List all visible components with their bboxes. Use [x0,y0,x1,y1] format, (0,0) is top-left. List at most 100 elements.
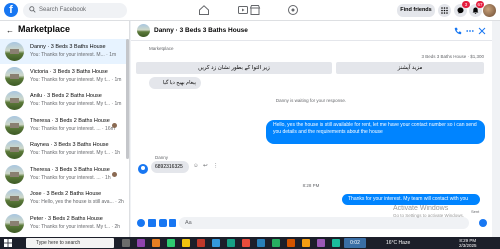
more-actions-icon[interactable]: ⋮ [213,163,219,169]
app-icon-3[interactable] [167,239,175,247]
edge-icon[interactable] [227,239,235,247]
app-icon-8[interactable] [272,239,280,247]
reply-icon[interactable]: ↩ [203,163,208,169]
watermark-title: Activate Windows [393,205,449,212]
react-emoji-icon[interactable]: ☺ [193,163,199,169]
app-icon-1[interactable] [137,239,145,247]
task-view-icon[interactable] [122,239,130,247]
snippet-text: You: Thanks for your interest. ... [30,125,101,132]
conversation-name: Danny · 3 Beds 3 Baths House [30,44,106,50]
snippet-time: 1m [114,76,122,83]
listing-thumbnail[interactable] [137,24,150,37]
sent-message-final[interactable]: Thanks for your interest. My team will c… [342,194,480,205]
listing-thumbnail [5,115,24,135]
listing-thumbnail [5,91,24,110]
taskbar-search-placeholder: Type here to search [36,240,81,246]
marketplace-label: Marketplace [149,46,174,51]
chat-title[interactable]: Danny · 3 Beds 3 Baths House [154,27,248,34]
home-icon[interactable] [198,4,210,16]
find-friends-button[interactable]: Find friends [397,4,435,17]
app-icon-7[interactable] [257,239,265,247]
marketplace-inbox-panel: ← Marketplace Danny · 3 Beds 3 Baths Hou… [0,21,130,237]
conversation-name: Victoria · 3 Beds 3 Baths House [30,68,108,75]
snippet-text: You: Thanks for your interest. M... [30,52,105,58]
conversation-item[interactable]: Victoria · 3 Beds 3 Baths House You: Than… [0,64,129,89]
file-explorer-icon[interactable] [182,239,190,247]
windows-start-icon[interactable] [4,239,12,247]
chat-scrollbar[interactable] [486,44,489,224]
received-message-urdu[interactable]: پیغام بھیج دیا گیا [149,77,201,89]
menu-grid-icon[interactable] [438,4,451,17]
snippet-time: 1m [114,101,122,107]
sent-message-reply[interactable]: Hello, yes the house is still available … [266,120,485,144]
video-icon[interactable] [237,4,249,16]
conversation-item[interactable]: Danny · 3 Beds 3 Baths House You: Thanks … [0,39,129,64]
conversation-snippet: You: Thanks for your interest. My t... ·… [30,101,122,107]
close-icon[interactable] [478,27,486,35]
time-divider: 8:28 PM [302,183,320,188]
snippet-time: 2h [114,223,121,230]
more-options-icon[interactable] [466,27,474,35]
listing-thumbnail [5,140,24,159]
app-icon-10[interactable] [317,239,325,247]
weather-widget[interactable]: 16°C Haze [386,240,410,246]
top-navigation-bar: f Search Facebook Find friends 3 67 [0,0,500,21]
listing-thumbnail [5,66,24,86]
snippet-text: You: Thanks for your interest. My t... [30,150,111,156]
conversation-name: Theresa · 3 Beds 2 Baths House [30,117,110,124]
received-phone-message[interactable]: 6892316325 [151,161,189,173]
app-icon-4[interactable] [197,239,205,247]
gif-icon[interactable] [169,219,176,227]
more-options-button[interactable]: مزید آپشنز [336,62,484,74]
app-icon-11[interactable] [332,239,340,247]
listing-thumbnail [5,213,24,233]
active-app-timer[interactable]: 0:02 [344,238,366,248]
gaming-icon[interactable] [287,4,299,16]
app-icon-2[interactable] [152,239,160,247]
conversation-name: Raynea · 3 Beds 3 Baths House [30,142,109,148]
plus-icon[interactable] [137,219,145,227]
conversation-item[interactable]: Raynea · 3 Beds 3 Baths House You: Thanks… [0,137,129,162]
sender-avatar[interactable] [138,164,148,174]
app-icon-9[interactable] [287,239,295,247]
search-box[interactable]: Search Facebook [23,3,127,18]
marketplace-icon[interactable] [249,4,261,16]
snippet-time: 1h [114,150,121,156]
conversation-item[interactable]: Jose · 3 Beds 2 Baths House You: Hello, y… [0,186,129,211]
like-thumb-icon[interactable] [479,219,487,227]
conversation-name: Anilu · 3 Beds 2 Baths House [30,93,102,99]
conversation-snippet: You: Thanks for your interest. My t... ·… [30,76,122,83]
listing-thumbnail [5,189,24,208]
conversation-item[interactable]: Peter · 3 Beds 2 Baths House You: Thanks … [0,211,129,236]
seen-avatar [112,171,117,177]
mark-pending-button[interactable]: زیر التوا کے بطور نشان زد کریں [136,62,332,74]
conversation-item[interactable]: Theresa · 3 Beds 3 Baths House You: Thank… [0,162,129,187]
listing-thumbnail [5,164,24,184]
back-arrow-icon[interactable]: ← [6,26,14,35]
facebook-logo[interactable]: f [4,3,18,17]
image-icon[interactable] [148,219,156,227]
listing-info[interactable]: 3 Beds 3 Baths House · $1,300 [421,54,484,59]
app-icon-5[interactable] [212,239,220,247]
message-input[interactable]: Aa [179,217,469,229]
search-icon [29,6,36,13]
taskbar-search[interactable]: Type here to search [26,238,114,248]
conversation-snippet: You: Hello, yes the house is still ava..… [30,199,124,205]
profile-avatar[interactable] [483,4,496,17]
app-icon-6[interactable] [242,239,250,247]
conversation-item[interactable]: Anilu · 3 Beds 2 Baths House You: Thanks … [0,88,129,113]
chrome-icon[interactable] [302,239,310,247]
snippet-text: You: Hello, yes the house is still ava..… [30,199,114,205]
inbox-header: ← Marketplace [0,21,129,39]
listing-thumbnail [5,42,24,61]
clock-date: 2/3/2025 [459,243,477,248]
snippet-text: You: Thanks for your interest. My t... [30,101,111,107]
phone-icon[interactable] [454,27,462,35]
conversation-snippet: You: Thanks for your interest. ... · 1h [30,174,111,181]
snippet-time: 1m [109,52,117,58]
conversation-item[interactable]: Theresa · 3 Beds 2 Baths House You: Thank… [0,113,129,138]
sticker-icon[interactable] [159,219,167,227]
chat-header: Danny · 3 Beds 3 Baths House [131,21,492,41]
inbox-scrollbar[interactable] [126,39,129,159]
taskbar-clock[interactable]: 8:29 PM 2/3/2025 [459,238,477,248]
